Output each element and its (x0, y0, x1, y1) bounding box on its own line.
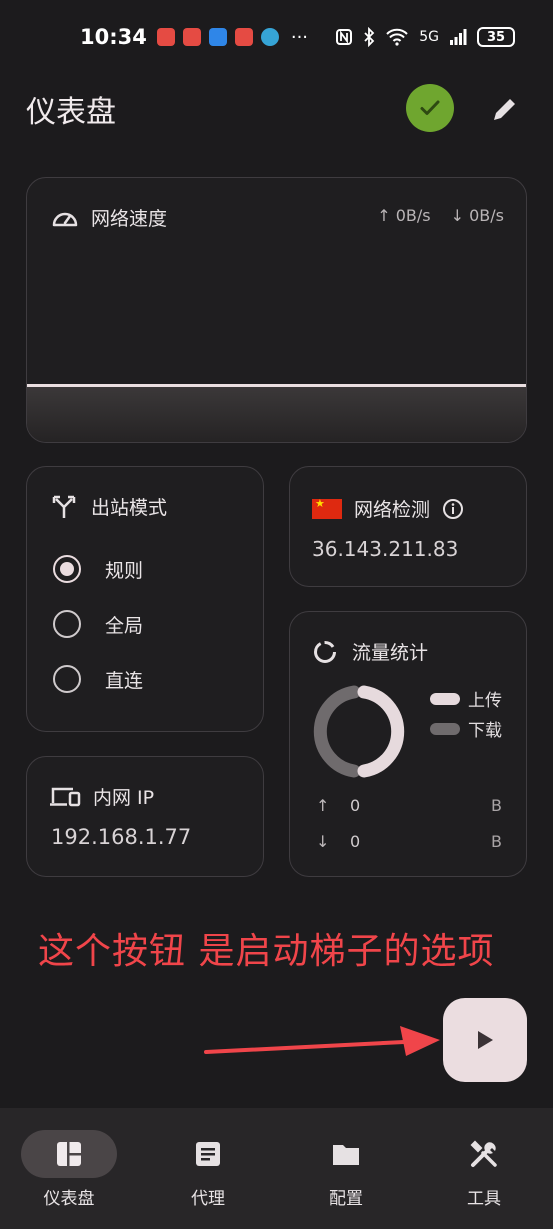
mode-option-rule[interactable]: 规则 (53, 555, 143, 583)
lan-ip-value: 192.168.1.77 (51, 825, 192, 849)
info-icon[interactable] (442, 498, 464, 520)
outbound-mode-card: 出站模式 规则 全局 直连 (26, 466, 264, 732)
nav-item-tools[interactable]: 工具 (434, 1130, 534, 1209)
bluetooth-icon (364, 27, 375, 47)
signal-icon (450, 29, 467, 45)
nav-label: 配置 (329, 1189, 363, 1209)
upload-segment (357, 685, 405, 778)
traffic-card-title: 流量统计 (352, 642, 429, 664)
nav-label: 代理 (191, 1189, 225, 1209)
traffic-donut-chart (313, 685, 405, 778)
annotation-text: 这个按钮 是启动梯子的选项 (38, 931, 495, 972)
legend-download-label: 下载 (468, 721, 502, 741)
start-vpn-button[interactable] (443, 998, 527, 1082)
proxy-list-icon (196, 1142, 220, 1166)
radio-unselected[interactable] (53, 665, 81, 693)
traffic-stats-card: 流量统计 上传 下载 ↑ 0 B ↓ 0 B (289, 611, 527, 877)
download-total-value: 0 (350, 832, 361, 851)
dashboard-icon (57, 1142, 81, 1166)
nav-item-proxy[interactable]: 代理 (158, 1130, 258, 1209)
more-notifications-indicator: ··· (290, 26, 309, 48)
download-total-row: ↓ 0 B (316, 832, 502, 851)
devices-icon (50, 787, 81, 806)
radio-unselected[interactable] (53, 610, 81, 638)
speed-card-title: 网络速度 (91, 208, 168, 230)
radio-selected[interactable] (53, 555, 81, 583)
traffic-card-header: 流量统计 (312, 638, 428, 665)
upload-total-unit: B (491, 796, 502, 815)
legend-upload: 上传 (430, 686, 502, 711)
mode-option-global[interactable]: 全局 (53, 610, 143, 638)
mode-option-label: 规则 (105, 559, 144, 582)
nav-label: 仪表盘 (43, 1189, 95, 1209)
nfc-icon (336, 29, 353, 45)
download-speed: ↓ 0B/s (450, 206, 504, 225)
legend-swatch-upload (430, 692, 460, 705)
pencil-icon (494, 96, 518, 120)
notification-icon (182, 28, 201, 46)
legend-swatch-download (430, 722, 460, 735)
outbound-card-header: 出站模式 (51, 493, 167, 520)
speed-values: ↑ 0B/s ↓ 0B/s (377, 206, 504, 225)
network-speed-card[interactable]: 网络速度 ↑ 0B/s ↓ 0B/s (26, 177, 527, 443)
network-check-card[interactable]: 网络检测 36.143.211.83 (289, 466, 527, 587)
status-bar: 10:34 ··· 5G 35 (0, 0, 553, 74)
tools-icon (470, 1140, 497, 1167)
download-total-unit: B (491, 832, 502, 851)
upload-total-value: 0 (350, 796, 361, 815)
mode-option-label: 全局 (105, 614, 144, 637)
app-notification-icon (260, 28, 279, 46)
status-time: 10:34 (80, 25, 147, 49)
bottom-navigation: 仪表盘 代理 配置 工具 (0, 1108, 553, 1229)
battery-icon: 35 (477, 27, 515, 47)
nav-item-config[interactable]: 配置 (296, 1130, 396, 1209)
mode-option-direct[interactable]: 直连 (53, 665, 143, 693)
speed-chart (27, 384, 526, 442)
check-icon (420, 100, 440, 115)
notification-icon (156, 28, 175, 46)
route-fork-icon (52, 495, 76, 518)
china-flag-icon (312, 497, 342, 519)
upload-speed: ↑ 0B/s (377, 206, 431, 225)
lan-ip-header: 内网 IP (49, 783, 154, 810)
nav-pill[interactable] (160, 1130, 256, 1178)
app-header: 仪表盘 (26, 84, 527, 134)
edit-button[interactable] (488, 92, 522, 126)
nav-pill[interactable] (298, 1130, 394, 1178)
network-type-label: 5G (419, 29, 439, 45)
legend-download: 下载 (430, 716, 502, 741)
public-ip-value: 36.143.211.83 (312, 537, 459, 561)
status-icons: 5G 35 (335, 27, 515, 47)
nav-pill[interactable] (436, 1130, 532, 1178)
wifi-icon (386, 28, 408, 46)
network-check-title: 网络检测 (354, 499, 431, 521)
download-segment (313, 685, 361, 778)
network-check-header: 网络检测 (312, 495, 464, 522)
status-check-button[interactable] (406, 84, 454, 132)
upload-arrow-icon: ↑ (316, 796, 330, 815)
download-arrow-icon: ↓ (316, 832, 330, 851)
play-icon (478, 1031, 493, 1049)
notification-icon (234, 28, 253, 46)
nav-label: 工具 (467, 1189, 501, 1209)
mode-option-label: 直连 (105, 669, 144, 692)
lan-ip-card[interactable]: 内网 IP 192.168.1.77 (26, 756, 264, 877)
speed-card-header: 网络速度 (51, 204, 167, 231)
nav-pill[interactable] (21, 1130, 117, 1178)
folder-icon (333, 1145, 359, 1165)
speedometer-icon (52, 212, 78, 226)
outbound-card-title: 出站模式 (91, 497, 168, 519)
donut-chart-icon (314, 640, 336, 663)
page-title: 仪表盘 (26, 95, 116, 130)
annotation-arrow (204, 1026, 440, 1056)
message-icon (208, 28, 227, 46)
upload-total-row: ↑ 0 B (316, 796, 502, 815)
legend-upload-label: 上传 (468, 691, 502, 711)
nav-item-dashboard[interactable]: 仪表盘 (19, 1130, 119, 1209)
lan-ip-title: 内网 IP (93, 787, 155, 809)
